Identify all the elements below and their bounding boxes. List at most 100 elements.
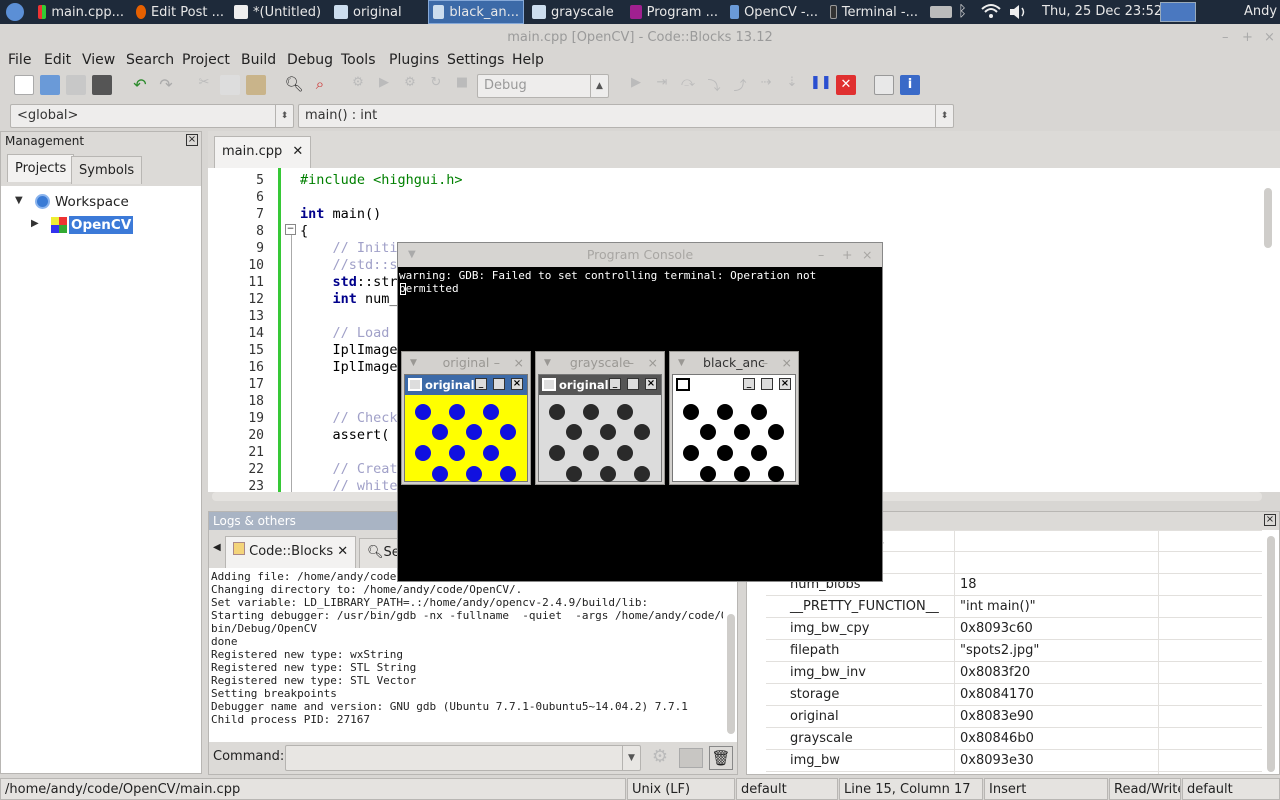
save-icon[interactable]	[66, 75, 86, 95]
scope-select[interactable]: <global> ⬍	[10, 104, 294, 128]
symbol-select[interactable]: main() : int ⬍	[298, 104, 954, 128]
pause-icon[interactable]: ❚❚	[810, 75, 832, 95]
task-untitled[interactable]: *(Untitled)	[230, 0, 326, 24]
image-window-2[interactable]: ▼ grayscale – × original _ ×	[535, 351, 665, 485]
minimize-icon[interactable]: –	[818, 243, 824, 267]
close-icon[interactable]: ×	[862, 243, 872, 267]
minimize-icon[interactable]: _	[475, 378, 487, 390]
next-line-icon[interactable]: ⤼	[678, 75, 698, 95]
close-icon[interactable]: ×	[511, 378, 523, 390]
menu-plugins[interactable]: Plugins	[389, 50, 439, 70]
maximize-icon[interactable]	[493, 378, 505, 390]
workspace-node[interactable]: Workspace	[55, 194, 129, 210]
find-icon[interactable]: 🔍︎	[284, 75, 304, 95]
tree-collapse-icon[interactable]: ▶	[31, 218, 39, 229]
close-panel-icon[interactable]: ×	[186, 134, 198, 146]
close-icon[interactable]: ×	[645, 378, 657, 390]
task-terminal[interactable]: Terminal -...	[826, 0, 922, 24]
new-file-icon[interactable]	[14, 75, 34, 95]
abort-icon[interactable]: ■	[452, 75, 472, 95]
step-instruction-icon[interactable]: ⇣	[782, 75, 802, 95]
menu-build[interactable]: Build	[241, 50, 276, 70]
menu-file[interactable]: File	[8, 50, 31, 70]
open-file-icon[interactable]	[40, 75, 60, 95]
minimize-icon[interactable]: _	[609, 378, 621, 390]
build-settings-icon[interactable]: ⚙	[348, 75, 368, 95]
tab-symbols[interactable]: Symbols	[71, 156, 143, 184]
close-panel-icon[interactable]: ×	[1264, 514, 1276, 526]
watch-row[interactable]: original 0x8083e90	[766, 706, 1262, 728]
task-opencv-folder[interactable]: OpenCV -...	[726, 0, 822, 24]
debug-windows-icon[interactable]	[874, 75, 894, 95]
replace-icon[interactable]: ⌕	[310, 75, 330, 95]
user-name[interactable]: Andy	[1244, 4, 1277, 19]
tab-main-cpp[interactable]: main.cpp ✕	[214, 136, 312, 168]
next-instruction-icon[interactable]: ⇢	[756, 75, 776, 95]
close-icon[interactable]: ×	[782, 352, 792, 374]
rebuild-icon[interactable]: ↻	[426, 75, 446, 95]
build-target-select[interactable]: Debug ▲	[477, 74, 609, 98]
trash-icon[interactable]: 🗑︎	[709, 746, 733, 770]
watch-row[interactable]: img_bw_cpy 0x8093c60	[766, 618, 1262, 640]
run-to-cursor-icon[interactable]: ⇥	[652, 75, 672, 95]
debug-continue-icon[interactable]: ▶	[626, 75, 646, 95]
redo-icon[interactable]: ↷	[156, 75, 176, 95]
folder-icon[interactable]	[679, 748, 703, 768]
watch-row[interactable]: storage 0x8084170	[766, 684, 1262, 706]
task-black-and-white[interactable]: black_an...	[428, 0, 524, 24]
minimize-icon[interactable]: –	[494, 352, 500, 374]
watch-row[interactable]: img_bw_inv 0x8083f20	[766, 662, 1262, 684]
task-grayscale[interactable]: grayscale	[528, 0, 622, 24]
wifi-icon[interactable]	[980, 3, 1002, 19]
paste-icon[interactable]	[246, 75, 266, 95]
watch-row[interactable]: __PRETTY_FUNCTION__ "int main()"	[766, 596, 1262, 618]
step-into-icon[interactable]: ⤵	[704, 75, 724, 95]
close-tab-icon[interactable]: ✕	[292, 144, 303, 159]
stop-debugger-icon[interactable]: ✕	[836, 75, 856, 95]
project-node[interactable]: OpenCV	[69, 216, 134, 234]
close-icon[interactable]: ×	[1264, 24, 1275, 52]
save-all-icon[interactable]	[92, 75, 112, 95]
info-icon[interactable]: i	[900, 75, 920, 95]
app-menu-icon[interactable]	[6, 3, 24, 21]
close-tab-icon[interactable]: ✕	[337, 544, 348, 559]
menu-project[interactable]: Project	[182, 50, 230, 70]
minimize-icon[interactable]: –	[1222, 24, 1229, 52]
tab-projects[interactable]: Projects	[7, 154, 75, 182]
task-main-cpp[interactable]: main.cpp...	[34, 0, 128, 24]
maximize-icon[interactable]: +	[1242, 24, 1253, 52]
image-window-3[interactable]: ▼ black_anc – × _ ×	[669, 351, 799, 485]
tab-codeblocks-log[interactable]: Code::Blocks ✕	[225, 536, 357, 568]
build-run-icon[interactable]: ⚙	[400, 75, 420, 95]
close-icon[interactable]: ×	[514, 352, 524, 374]
window-menu-icon[interactable]: ▼	[410, 352, 417, 374]
window-menu-icon[interactable]: ▼	[678, 352, 685, 374]
step-out-icon[interactable]: ⤴	[730, 75, 750, 95]
settings-gear-icon[interactable]: ⚙	[647, 746, 673, 770]
minimize-icon[interactable]: _	[743, 378, 755, 390]
clock[interactable]: Thu, 25 Dec 23:52	[1042, 4, 1162, 19]
task-original[interactable]: original	[330, 0, 424, 24]
keyboard-icon[interactable]	[930, 6, 952, 18]
maximize-icon[interactable]	[627, 378, 639, 390]
tab-scroll-left-icon[interactable]: ◀	[213, 542, 221, 553]
cut-icon[interactable]: ✂	[194, 75, 214, 95]
watches-vscrollbar[interactable]	[1267, 536, 1275, 772]
minimize-icon[interactable]: –	[628, 352, 634, 374]
run-icon[interactable]: ▶	[374, 75, 394, 95]
command-input[interactable]: ▼	[285, 745, 641, 771]
watch-row[interactable]: img_bw 0x8093e30	[766, 750, 1262, 772]
watch-row[interactable]: filepath "spots2.jpg"	[766, 640, 1262, 662]
maximize-icon[interactable]: +	[842, 243, 852, 267]
maximize-icon[interactable]	[761, 378, 773, 390]
window-menu-icon[interactable]: ▼	[544, 352, 551, 374]
menu-tools[interactable]: Tools	[341, 50, 376, 70]
copy-icon[interactable]	[220, 75, 240, 95]
close-icon[interactable]: ×	[779, 378, 791, 390]
close-icon[interactable]: ×	[648, 352, 658, 374]
minimize-icon[interactable]: –	[762, 352, 768, 374]
vertical-scrollbar[interactable]	[1264, 188, 1272, 248]
image-window-1[interactable]: ▼ original – × original _ ×	[401, 351, 531, 485]
log-scrollbar[interactable]	[727, 614, 735, 734]
menu-view[interactable]: View	[82, 50, 115, 70]
